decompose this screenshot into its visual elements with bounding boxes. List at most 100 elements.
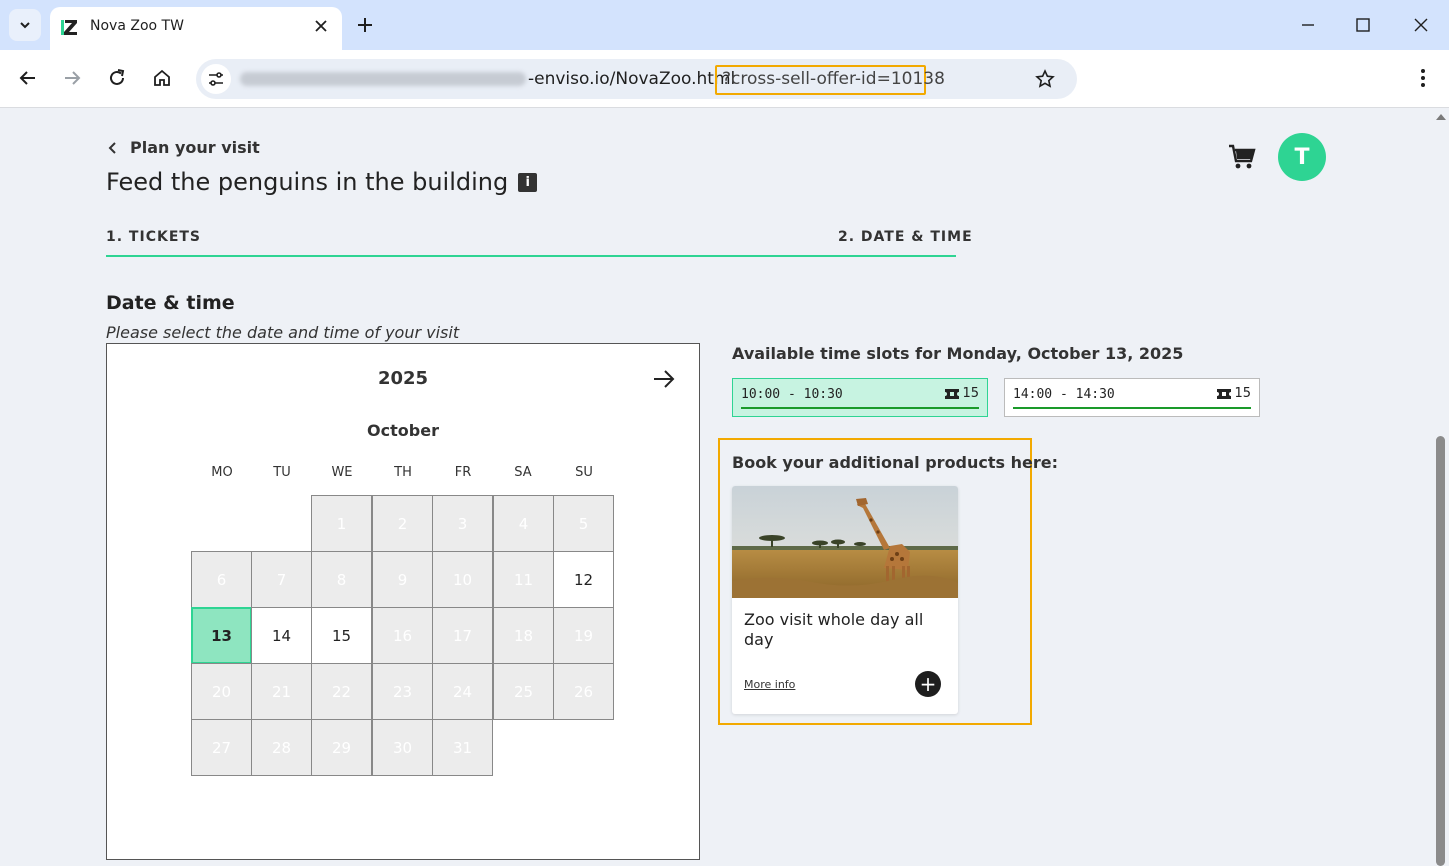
calendar-year: 2025 [377, 368, 429, 389]
calendar-day: 4 [493, 495, 554, 552]
back-arrow-icon[interactable] [17, 67, 39, 89]
shopping-cart-icon[interactable] [1227, 142, 1257, 172]
slot-capacity-value: 15 [962, 386, 979, 401]
browser-tab[interactable]: Nova Zoo TW [50, 7, 342, 50]
step-tickets[interactable]: 1. TICKETS [106, 229, 201, 245]
reload-icon[interactable] [106, 67, 128, 89]
calendar-day: 3 [432, 495, 493, 552]
tune-icon [209, 72, 223, 86]
minimize-icon[interactable] [1297, 14, 1319, 36]
calendar-day-available[interactable]: 14 [251, 607, 312, 664]
weekday-label: TH [394, 465, 412, 480]
weekday-label: SU [575, 465, 593, 480]
browser-menu-icon[interactable] [1412, 67, 1434, 89]
browser-tabstrip: Nova Zoo TW [0, 0, 1449, 50]
calendar-day: 28 [251, 719, 312, 776]
calendar-day: 22 [311, 663, 372, 720]
calendar-day: 31 [432, 719, 493, 776]
user-avatar[interactable]: T [1278, 133, 1326, 181]
back-link-label: Plan your visit [130, 138, 260, 157]
weekday-label: MO [211, 465, 233, 480]
tab-search-button[interactable] [9, 9, 41, 41]
more-info-link[interactable]: More info [744, 678, 795, 691]
calendar-day: 26 [553, 663, 614, 720]
ticket-icon [1217, 388, 1232, 399]
new-tab-plus-icon[interactable] [354, 14, 376, 36]
page-content: Plan your visit Feed the penguins in the… [0, 108, 1432, 866]
url-param: ?cross-sell-offer-id=10138 [722, 69, 945, 89]
time-slot-selected[interactable]: 10:00 - 10:30 15 [732, 378, 988, 417]
slot-capacity: 15 [945, 386, 979, 401]
close-icon[interactable] [312, 17, 330, 35]
site-info-button[interactable] [201, 64, 231, 94]
weekday-label: WE [331, 465, 353, 480]
calendar-day: 6 [191, 551, 252, 608]
calendar-day: 19 [553, 607, 614, 664]
plus-icon: + [919, 672, 937, 696]
forward-arrow-icon[interactable] [61, 67, 83, 89]
browser-toolbar: -enviso.io/NovaZoo.html ?cross-sell-offe… [0, 50, 1449, 108]
add-product-button[interactable]: + [915, 671, 941, 697]
calendar-day: 23 [372, 663, 433, 720]
calendar-day: 8 [311, 551, 372, 608]
slot-availability-bar [1013, 407, 1251, 409]
weekday-label: TU [273, 465, 291, 480]
calendar-day: 1 [311, 495, 372, 552]
window-close-icon[interactable] [1410, 14, 1432, 36]
home-icon[interactable] [151, 67, 173, 89]
calendar-day: 27 [191, 719, 252, 776]
calendar-day: 17 [432, 607, 493, 664]
calendar-day: 29 [311, 719, 372, 776]
calendar-day-selected[interactable]: 13 [191, 607, 252, 664]
calendar-day-available[interactable]: 12 [553, 551, 614, 608]
calendar-day: 18 [493, 607, 554, 664]
product-name: Zoo visit whole day all day [744, 610, 924, 649]
info-icon[interactable]: i [518, 172, 538, 192]
calendar-day: 5 [553, 495, 614, 552]
step-date-time[interactable]: 2. DATE & TIME [838, 229, 973, 245]
giraffe-savanna-image [732, 486, 958, 598]
cross-sell-heading: Book your additional products here: [732, 453, 1059, 472]
time-slot[interactable]: 14:00 - 14:30 15 [1004, 378, 1260, 417]
step-progress-line [106, 255, 956, 257]
scrollbar-thumb[interactable] [1436, 436, 1445, 866]
page-title-text: Feed the penguins in the building [106, 168, 509, 196]
calendar-day: 2 [372, 495, 433, 552]
slot-capacity-value: 15 [1234, 386, 1251, 401]
calendar: 2025 October MO TU WE TH FR SA SU 1 2 3 … [106, 343, 700, 860]
cross-sell-section: Book your additional products here: Zoo … [718, 438, 1058, 725]
calendar-day: 25 [493, 663, 554, 720]
calendar-day: 30 [372, 719, 433, 776]
scroll-up-arrow-icon[interactable] [1436, 114, 1446, 120]
url-domain: -enviso.io/NovaZoo.html [528, 69, 736, 89]
calendar-day-available[interactable]: 15 [311, 607, 372, 664]
calendar-day: 21 [251, 663, 312, 720]
bookmark-star-icon[interactable] [1034, 68, 1056, 90]
calendar-day: 24 [432, 663, 493, 720]
maximize-icon[interactable] [1352, 14, 1374, 36]
chevron-down-icon [20, 22, 30, 29]
calendar-day: 9 [372, 551, 433, 608]
slot-time: 14:00 - 14:30 [1013, 387, 1115, 402]
calendar-day: 11 [493, 551, 554, 608]
calendar-day: 7 [251, 551, 312, 608]
page-title: Feed the penguins in the building i [106, 168, 538, 196]
calendar-day: 16 [372, 607, 433, 664]
calendar-month: October [367, 421, 439, 440]
plan-your-visit-link[interactable]: Plan your visit [106, 138, 260, 157]
url-blurred-part [240, 72, 526, 86]
weekday-label: SA [514, 465, 532, 480]
address-bar[interactable]: -enviso.io/NovaZoo.html ?cross-sell-offe… [196, 59, 1077, 99]
arrow-right-icon[interactable] [651, 366, 677, 392]
nova-zoo-favicon [60, 17, 80, 37]
calendar-day: 20 [191, 663, 252, 720]
slot-availability-bar [741, 407, 979, 409]
weekday-label: FR [454, 465, 472, 480]
slot-time: 10:00 - 10:30 [741, 387, 843, 402]
slot-capacity: 15 [1217, 386, 1251, 401]
product-card[interactable]: Zoo visit whole day all day More info + [732, 486, 958, 714]
page-scrollbar[interactable] [1432, 108, 1449, 866]
time-slots-heading: Available time slots for Monday, October… [732, 344, 1184, 363]
date-time-heading: Date & time [106, 292, 235, 314]
chevron-left-icon [108, 141, 116, 154]
